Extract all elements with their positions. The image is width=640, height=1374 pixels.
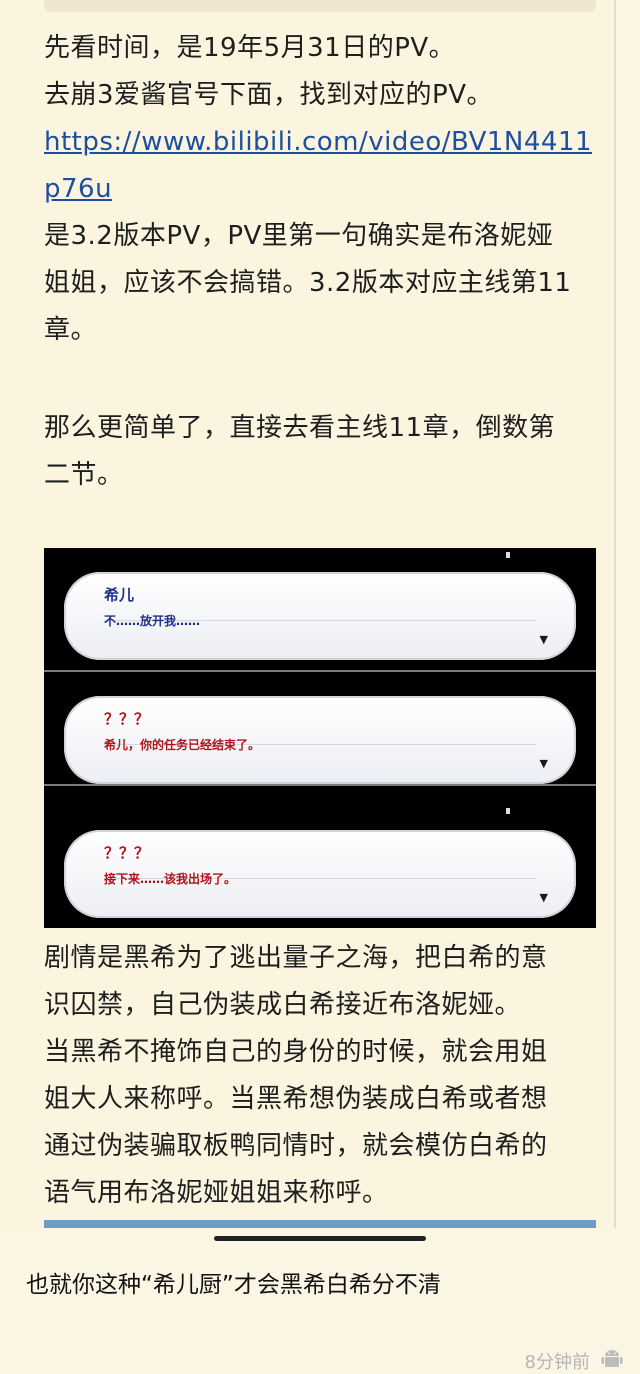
post-line: 是3.2版本PV，PV里第一句确实是布洛妮娅 xyxy=(44,221,554,251)
post-line: 姐大人来称呼。当黑希想伪装成白希或者想 xyxy=(44,1084,548,1114)
bilibili-link[interactable]: https://www.bilibili.com/video/BV1N4411 xyxy=(44,124,592,160)
dialog-text: 不……放开我…… xyxy=(104,614,201,628)
android-icon xyxy=(601,1350,623,1367)
dialog-bubble: 希儿 不……放开我…… ▼ xyxy=(64,572,576,660)
home-indicator[interactable] xyxy=(214,1236,426,1241)
post-line: 先看时间，是19年5月31日的PV。 xyxy=(44,33,456,63)
post-line: 去崩3爱酱官号下面，找到对应的PV。 xyxy=(44,80,494,110)
dialog-text: 希儿，你的任务已经结束了。 xyxy=(104,738,261,752)
post-line: 剧情是黑希为了逃出量子之海，把白希的意 xyxy=(44,943,548,973)
dialog-speaker: 希儿 xyxy=(104,586,135,604)
pv-panel-2: ？？？ 希儿，你的任务已经结束了。 ▼ xyxy=(44,672,596,794)
post-line: 语气用布洛妮娅姐姐来称呼。 xyxy=(44,1178,389,1208)
dialog-speaker: ？？？ xyxy=(104,844,150,862)
continue-triangle-icon: ▼ xyxy=(539,757,548,770)
continue-triangle-icon: ▼ xyxy=(539,891,548,904)
post-line: 通过伪装骗取板鸭同情时，就会模仿白希的 xyxy=(44,1131,548,1161)
comment-time: 8分钟前 xyxy=(524,1352,590,1373)
dialog-text: 接下来……该我出场了。 xyxy=(104,872,237,886)
post-line: 当黑希不掩饰自己的身份的时候，就会用姐 xyxy=(44,1037,548,1067)
post-image: 先看时间，是19年5月31日的PV。 去崩3爱酱官号下面，找到对应的PV。 ht… xyxy=(0,0,616,1228)
dialog-speaker: ？？？ xyxy=(104,710,150,728)
post-line: 二节。 xyxy=(44,460,124,490)
dialog-bubble: ？？？ 接下来……该我出场了。 ▼ xyxy=(64,830,576,918)
cursor-mark xyxy=(506,808,510,814)
image-bottom-bar xyxy=(44,1220,596,1228)
post-line: 姐姐，应该不会搞错。3.2版本对应主线第11 xyxy=(44,268,572,298)
pv-panel-1: 希儿 不……放开我…… ▼ xyxy=(44,548,596,670)
top-strip xyxy=(44,0,596,12)
comment-text: 也就你这种“希儿厨”才会黑希白希分不清 xyxy=(26,1272,441,1298)
bilibili-link-continued[interactable]: p76u xyxy=(44,171,112,207)
continue-triangle-icon: ▼ xyxy=(539,633,548,646)
post-line: 那么更简单了，直接去看主线11章，倒数第 xyxy=(44,413,556,443)
cursor-mark xyxy=(506,552,510,558)
pv-panel-3: ？？？ 接下来……该我出场了。 ▼ xyxy=(44,786,596,928)
post-line: 章。 xyxy=(44,315,98,345)
post-line: 识囚禁，自己伪装成白希接近布洛妮娅。 xyxy=(44,990,522,1020)
dialog-bubble: ？？？ 希儿，你的任务已经结束了。 ▼ xyxy=(64,696,576,784)
